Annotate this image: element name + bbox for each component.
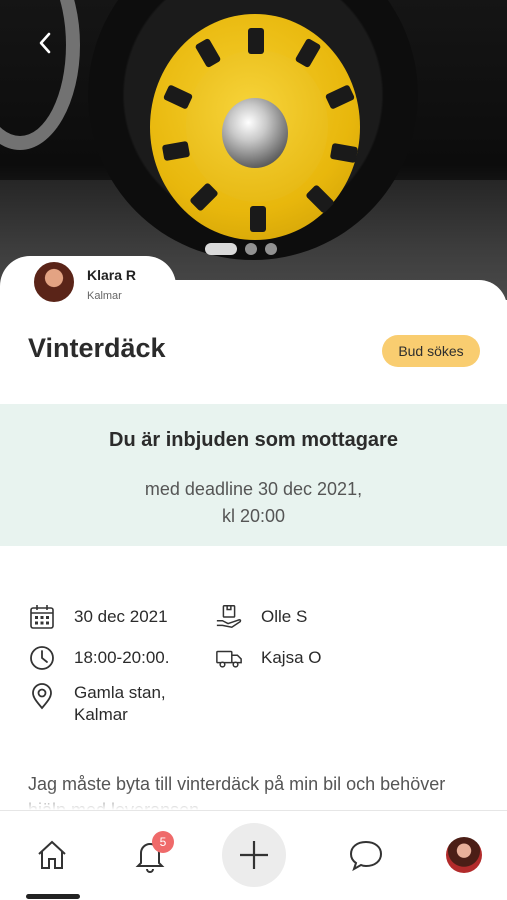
package-hand-icon: [215, 603, 243, 631]
bottom-navigation: 5: [0, 810, 507, 900]
nav-messages[interactable]: [346, 835, 386, 875]
location-line1: Gamla stan,: [74, 683, 166, 702]
back-button[interactable]: [30, 28, 60, 58]
location-pin-icon: [28, 682, 56, 710]
create-button[interactable]: [222, 823, 286, 887]
time-row: 18:00-20:00.: [28, 644, 169, 672]
date-row: 30 dec 2021: [28, 603, 168, 631]
location-line2: Kalmar: [74, 705, 128, 724]
sender-name: Olle S: [261, 607, 308, 626]
car-fender: [0, 0, 80, 150]
listing-title: Vinterdäck: [28, 333, 166, 363]
date-text: 30 dec 2021: [74, 607, 168, 626]
clock-icon: [28, 644, 56, 672]
invite-deadline: med deadline 30 dec 2021, kl 20:00: [0, 476, 507, 530]
location-row: Gamla stan, Kalmar: [28, 682, 166, 726]
carousel-dot[interactable]: [265, 243, 277, 255]
chevron-left-icon: [39, 32, 51, 54]
description-fade: [0, 790, 507, 810]
carousel-dot-active[interactable]: [205, 243, 237, 255]
calendar-icon: [28, 603, 56, 631]
owner-tab[interactable]: [0, 256, 176, 316]
carousel-dot[interactable]: [245, 243, 257, 255]
rim-slot: [250, 206, 266, 232]
hero-image[interactable]: [0, 0, 507, 300]
rim-slot: [248, 28, 264, 54]
invite-deadline-line1: med deadline 30 dec 2021,: [144, 479, 363, 499]
plus-icon: [240, 841, 268, 869]
home-icon: [38, 840, 66, 869]
time-text: 18:00-20:00.: [74, 648, 170, 667]
hub-cap: [222, 98, 288, 168]
profile-avatar[interactable]: [446, 837, 482, 873]
invite-title: Du är inbjuden som mottagare: [109, 429, 398, 451]
invite-deadline-line2: kl 20:00: [221, 506, 286, 526]
home-indicator: [26, 894, 80, 899]
owner-city: Kalmar: [87, 290, 122, 302]
sender-row: Olle S: [215, 603, 307, 631]
owner-name[interactable]: Klara R: [87, 267, 136, 283]
nav-home[interactable]: [32, 835, 72, 875]
carousel-indicator[interactable]: [205, 243, 277, 255]
courier-row: Kajsa O: [215, 644, 321, 672]
notification-count-badge: 5: [152, 831, 174, 853]
truck-icon: [215, 644, 243, 672]
owner-avatar[interactable]: [32, 260, 76, 304]
chat-bubble-icon: [349, 840, 383, 872]
invite-banner: Du är inbjuden som mottagare med deadlin…: [0, 404, 507, 546]
courier-name: Kajsa O: [261, 648, 322, 667]
location-text: Gamla stan, Kalmar: [74, 682, 166, 726]
status-badge: Bud sökes: [382, 335, 480, 367]
